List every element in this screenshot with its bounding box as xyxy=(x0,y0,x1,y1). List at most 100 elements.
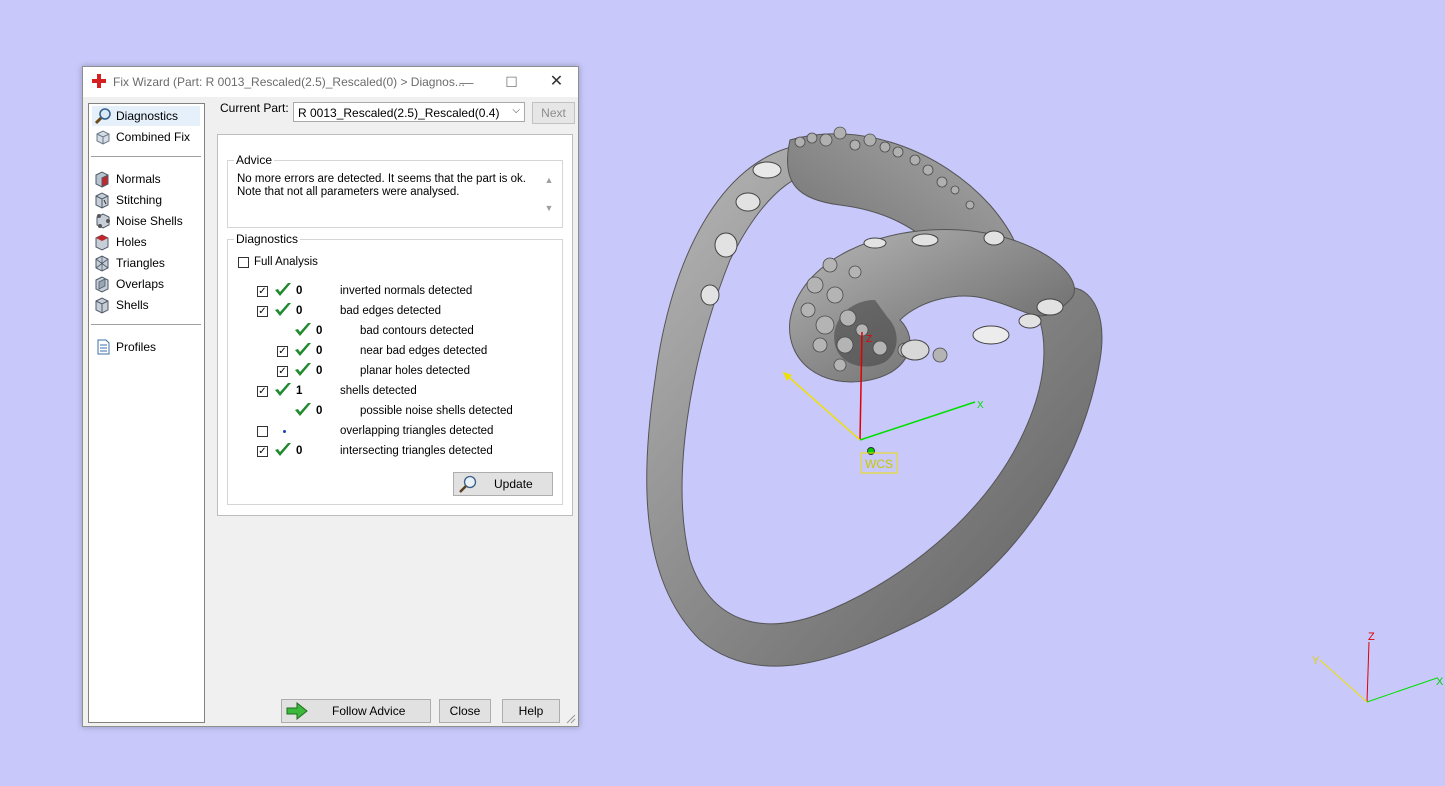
nav-label-stitching: Stitching xyxy=(116,193,163,207)
diagnostic-label: planar holes detected xyxy=(360,365,470,377)
nav-item-normals[interactable]: Normals xyxy=(92,169,200,189)
diagnostic-label: intersecting triangles detected xyxy=(340,445,493,457)
nav-separator xyxy=(91,324,201,325)
triangles-icon xyxy=(95,255,109,272)
diagnostic-label: overlapping triangles detected xyxy=(340,425,494,437)
diagnostic-checkbox[interactable]: ✓ xyxy=(257,386,268,397)
diagnostic-checkbox[interactable]: ✓ xyxy=(277,346,288,357)
next-button[interactable]: Next xyxy=(532,102,575,124)
close-window-button[interactable]: ✕ xyxy=(534,67,579,97)
diagnostic-count: 0 xyxy=(296,445,303,457)
follow-advice-label: Follow Advice xyxy=(332,704,406,718)
title-bar[interactable]: Fix Wizard (Part: R 0013_Rescaled(2.5)_R… xyxy=(83,67,578,97)
wcs-axis-z-label: Z xyxy=(866,334,872,345)
advice-group-title: Advice xyxy=(234,153,275,167)
minimize-button[interactable]: — xyxy=(444,67,489,97)
nav-item-combined-fix[interactable]: Combined Fix xyxy=(92,127,200,147)
nav-label-combined-fix: Combined Fix xyxy=(116,130,191,144)
diagnostic-checkbox[interactable]: ✓ xyxy=(277,366,288,377)
green-check-icon xyxy=(295,323,311,336)
nav-item-profiles[interactable]: Profiles xyxy=(92,337,200,357)
nav-item-diagnostics[interactable]: Diagnostics xyxy=(92,106,200,126)
current-part-label: Current Part: xyxy=(220,101,289,115)
full-analysis-label: Full Analysis xyxy=(254,256,318,268)
follow-advice-button[interactable]: Follow Advice xyxy=(281,699,431,723)
triad-z-label: Z xyxy=(1368,631,1375,643)
nav-item-shells[interactable]: Shells xyxy=(92,295,200,315)
diagnostic-count: 0 xyxy=(316,345,323,357)
chevron-down-icon: ⌵ xyxy=(512,105,520,116)
current-part-select[interactable]: R 0013_Rescaled(2.5)_Rescaled(0.4) ⌵ xyxy=(293,102,525,122)
diagnostic-count: 0 xyxy=(316,365,323,377)
scroll-up-icon[interactable]: ▲ xyxy=(542,175,556,185)
stitching-icon xyxy=(95,192,109,209)
resize-grip-icon[interactable] xyxy=(566,714,576,724)
shells-icon xyxy=(95,297,109,314)
advice-text: No more errors are detected. It seems th… xyxy=(237,173,526,198)
green-check-icon xyxy=(295,363,311,376)
green-check-icon xyxy=(275,283,291,296)
current-part-value: R 0013_Rescaled(2.5)_Rescaled(0.4) xyxy=(298,106,500,120)
profiles-icon xyxy=(97,339,110,355)
triad-y-label: Y xyxy=(1312,655,1320,667)
diagnostic-checkbox[interactable]: ✓ xyxy=(257,306,268,317)
nav-item-stitching[interactable]: Stitching xyxy=(92,190,200,210)
diagnostic-label: possible noise shells detected xyxy=(360,405,513,417)
nav-item-noise-shells[interactable]: Noise Shells xyxy=(92,211,200,231)
nav-label-overlaps: Overlaps xyxy=(116,277,165,291)
maximize-button[interactable]: ☐ xyxy=(489,67,534,97)
nav-label-triangles: Triangles xyxy=(116,256,165,270)
update-label: Update xyxy=(494,477,533,491)
triad-x-label: X xyxy=(1436,676,1444,688)
diagnostic-label: bad edges detected xyxy=(340,305,442,317)
green-check-icon xyxy=(275,383,291,396)
fix-wizard-dialog: Fix Wizard (Part: R 0013_Rescaled(2.5)_R… xyxy=(82,66,579,727)
nav-label-noise-shells: Noise Shells xyxy=(116,214,183,228)
nav-label-diagnostics: Diagnostics xyxy=(116,109,179,123)
diagnostic-label: shells detected xyxy=(340,385,417,397)
close-button[interactable]: Close xyxy=(439,699,491,723)
nav-item-overlaps[interactable]: Overlaps xyxy=(92,274,200,294)
nav-label-normals: Normals xyxy=(116,172,161,186)
normals-icon xyxy=(95,171,109,188)
magnifier-icon xyxy=(94,108,111,125)
nav-item-holes[interactable]: Holes xyxy=(92,232,200,252)
diagnostic-count: 1 xyxy=(296,385,303,397)
diagnostic-checkbox[interactable]: ✓ xyxy=(257,286,268,297)
diagnostic-count: 0 xyxy=(316,325,323,337)
ring-model xyxy=(646,126,1103,667)
nav-label-shells: Shells xyxy=(116,298,149,312)
nav-label-holes: Holes xyxy=(116,235,147,249)
nav-label-profiles: Profiles xyxy=(116,340,157,354)
full-analysis-checkbox[interactable] xyxy=(238,257,249,268)
green-check-icon xyxy=(275,443,291,456)
green-arrow-icon xyxy=(286,702,308,720)
diagnostics-group: Diagnostics Full Analysis ✓ 0 inverted nor… xyxy=(227,232,563,505)
scroll-down-icon[interactable]: ▼ xyxy=(542,203,556,213)
diagnostic-checkbox[interactable]: ✓ xyxy=(257,446,268,457)
advice-group: Advice No more errors are detected. It s… xyxy=(227,153,563,228)
diagnostics-group-title: Diagnostics xyxy=(234,232,301,246)
advice-scrollbar[interactable]: ▲ ▼ xyxy=(542,175,556,219)
help-button[interactable]: Help xyxy=(502,699,560,723)
update-button[interactable]: Update xyxy=(453,472,553,496)
holes-icon xyxy=(95,234,109,251)
axis-triad: Z Y X xyxy=(1312,631,1444,703)
green-check-icon xyxy=(275,303,291,316)
diagnostic-label: inverted normals detected xyxy=(340,285,473,297)
diagnostic-label: near bad edges detected xyxy=(360,345,488,357)
overlaps-icon xyxy=(95,276,109,293)
green-check-icon xyxy=(295,403,311,416)
nav-item-triangles[interactable]: Triangles xyxy=(92,253,200,273)
combined-fix-icon xyxy=(96,130,110,145)
green-check-icon xyxy=(295,343,311,356)
diagnostic-count: 0 xyxy=(296,285,303,297)
window-title: Fix Wizard (Part: R 0013_Rescaled(2.5)_R… xyxy=(113,75,465,89)
wizard-nav: Diagnostics Combined Fix Normals Stitchi… xyxy=(88,103,205,723)
not-analysed-dot-icon xyxy=(283,430,286,433)
diagnostics-panel: Advice No more errors are detected. It s… xyxy=(217,134,573,516)
wcs-axis-x-label: X xyxy=(977,400,984,411)
diagnostic-checkbox[interactable] xyxy=(257,426,268,437)
magnifier-icon xyxy=(459,475,477,493)
diagnostic-count: 0 xyxy=(296,305,303,317)
